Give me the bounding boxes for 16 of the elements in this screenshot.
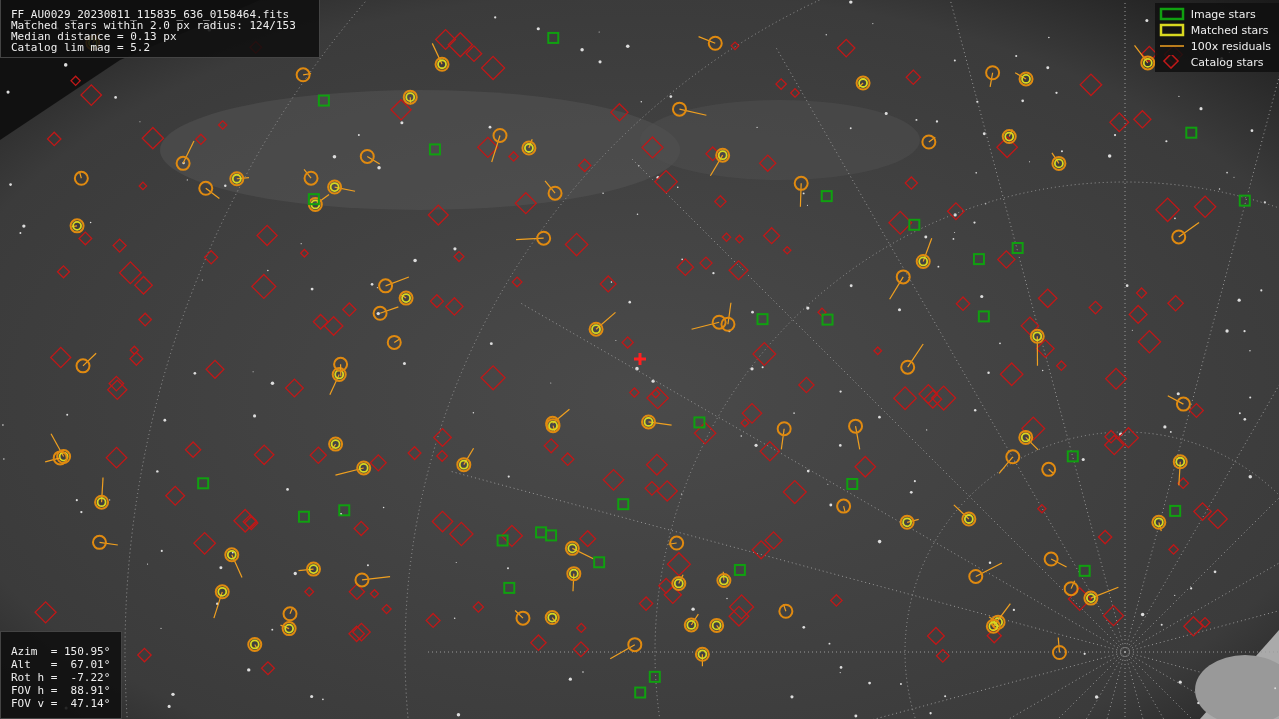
pointing-text: FOV v = 47.14° (11, 697, 112, 710)
legend-label: 100x residuals (1190, 39, 1271, 53)
pointing-text: Alt = 67.01° (11, 658, 112, 671)
legend-label: Image stars (1190, 7, 1256, 21)
pointing-text: FOV h = 88.91° (11, 684, 112, 697)
pointing-text: Rot h = -7.22° (11, 671, 112, 684)
legend-label: Matched stars (1190, 23, 1269, 37)
rectangle-icon (1158, 23, 1185, 37)
info-text: FF_AU0029_20230811_115835_636_0158464.fits (11, 9, 291, 20)
legend-label: Catalog stars (1190, 55, 1264, 69)
info-text: Matched stars within 2.0 px radius: 124/153 (11, 20, 297, 31)
rectangle-icon (1158, 7, 1185, 21)
info-text: Median distance = 0.13 px (11, 31, 177, 42)
crosshair-icon (632, 351, 648, 367)
pointing-text: Azim = 150.95° (11, 645, 112, 658)
info-text: Catalog lim mag = 5.2 (11, 42, 152, 53)
